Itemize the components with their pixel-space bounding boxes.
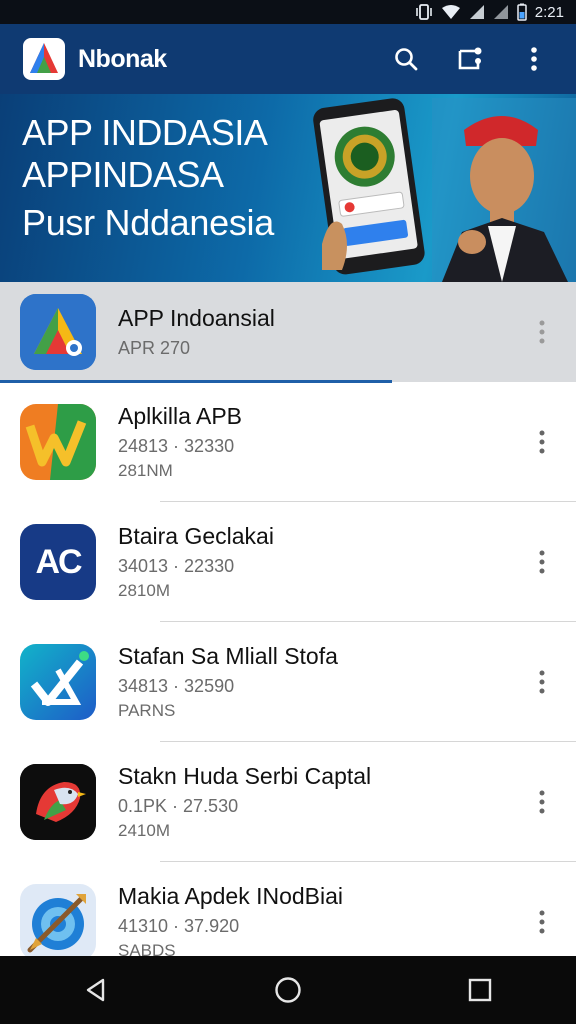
app-name: APP Indoansial bbox=[118, 305, 275, 331]
app-name: Stafan Sa Mliall Stofa bbox=[118, 643, 338, 669]
app-size: PARNS bbox=[118, 701, 176, 720]
system-nav-bar bbox=[0, 956, 576, 1024]
app-size: 2410M bbox=[118, 821, 170, 840]
wifi-icon bbox=[441, 4, 461, 20]
app-meta: 34813 · 32590 bbox=[118, 676, 235, 696]
vibrate-icon bbox=[415, 4, 433, 20]
eagle-icon bbox=[20, 764, 96, 840]
status-bar: 2:21 bbox=[0, 0, 576, 24]
arrow-target-icon bbox=[20, 884, 96, 960]
signal-icon bbox=[469, 4, 485, 20]
banner-headline-2: APPINDASA bbox=[22, 154, 224, 195]
app-list: APP Indoansial APR 270 Aplkilla APB 2481… bbox=[0, 282, 576, 982]
app-name: Stakn Huda Serbi Captal bbox=[118, 763, 372, 789]
app-meta: APR 270 bbox=[118, 338, 191, 358]
more-vert-icon bbox=[539, 910, 545, 934]
recents-square-icon bbox=[468, 978, 492, 1002]
more-vert-icon bbox=[539, 320, 545, 344]
triangle-logo-icon bbox=[20, 294, 96, 370]
ac-logo-icon: AC bbox=[20, 524, 96, 600]
list-item[interactable]: APP Indoansial APR 270 bbox=[0, 282, 576, 383]
item-menu-button[interactable] bbox=[530, 422, 554, 462]
item-menu-button[interactable] bbox=[530, 902, 554, 942]
list-item[interactable]: Aplkilla APB 24813 · 32330 281NM bbox=[0, 382, 576, 502]
battery-icon bbox=[517, 3, 527, 21]
item-menu-button[interactable] bbox=[530, 782, 554, 822]
more-vert-icon bbox=[539, 430, 545, 454]
app-meta: 41310 · 37.920 bbox=[118, 916, 240, 936]
search-icon bbox=[395, 48, 418, 71]
list-item[interactable]: AC Btaira Geclakai 34013 · 22330 2810M bbox=[0, 502, 576, 622]
item-menu-button[interactable] bbox=[530, 662, 554, 702]
home-button[interactable] bbox=[258, 960, 318, 1020]
more-vert-icon bbox=[539, 550, 545, 574]
app-meta: 24813 · 32330 bbox=[118, 436, 235, 456]
app-meta: 0.1PK · 27.530 bbox=[118, 796, 239, 816]
icon-letters: AC bbox=[35, 542, 82, 581]
app-name: Btaira Geclakai bbox=[118, 523, 274, 549]
share-button[interactable] bbox=[446, 35, 494, 83]
banner-headline: APP INDDASIA bbox=[22, 112, 268, 153]
list-item[interactable]: Stakn Huda Serbi Captal 0.1PK · 27.530 2… bbox=[0, 742, 576, 862]
more-vert-icon bbox=[539, 670, 545, 694]
overflow-menu-button[interactable] bbox=[510, 35, 558, 83]
app-name: Makia Apdek INodBiai bbox=[118, 883, 344, 909]
list-item[interactable]: Stafan Sa Mliall Stofa 34813 · 32590 PAR… bbox=[0, 622, 576, 742]
app-name: Aplkilla APB bbox=[118, 403, 243, 429]
home-circle-icon bbox=[275, 977, 301, 1003]
more-vert-icon bbox=[539, 790, 545, 814]
banner-illustration bbox=[313, 98, 576, 282]
promo-banner[interactable]: APP INDDASIA APPINDASA Pusr Nddanesia bbox=[0, 94, 576, 282]
app-logo-icon bbox=[22, 37, 66, 81]
back-triangle-icon bbox=[86, 978, 105, 1002]
more-vert-icon bbox=[531, 47, 537, 71]
item-menu-button[interactable] bbox=[530, 312, 554, 352]
item-menu-button[interactable] bbox=[530, 542, 554, 582]
w-logo-icon bbox=[20, 404, 96, 480]
app-meta: 34013 · 22330 bbox=[118, 556, 235, 576]
status-time: 2:21 bbox=[534, 3, 564, 21]
search-button[interactable] bbox=[382, 35, 430, 83]
app-title: Nbonak bbox=[78, 44, 167, 73]
app-size: 2810M bbox=[118, 581, 170, 600]
banner-subtitle: Pusr Nddanesia bbox=[22, 202, 274, 243]
app-size: 281NM bbox=[118, 461, 173, 480]
recents-button[interactable] bbox=[450, 960, 510, 1020]
back-button[interactable] bbox=[66, 960, 126, 1020]
signal-icon-2 bbox=[493, 4, 509, 20]
check-triangle-icon bbox=[20, 644, 96, 720]
app-bar: Nbonak bbox=[0, 24, 576, 94]
share-icon bbox=[458, 47, 482, 70]
